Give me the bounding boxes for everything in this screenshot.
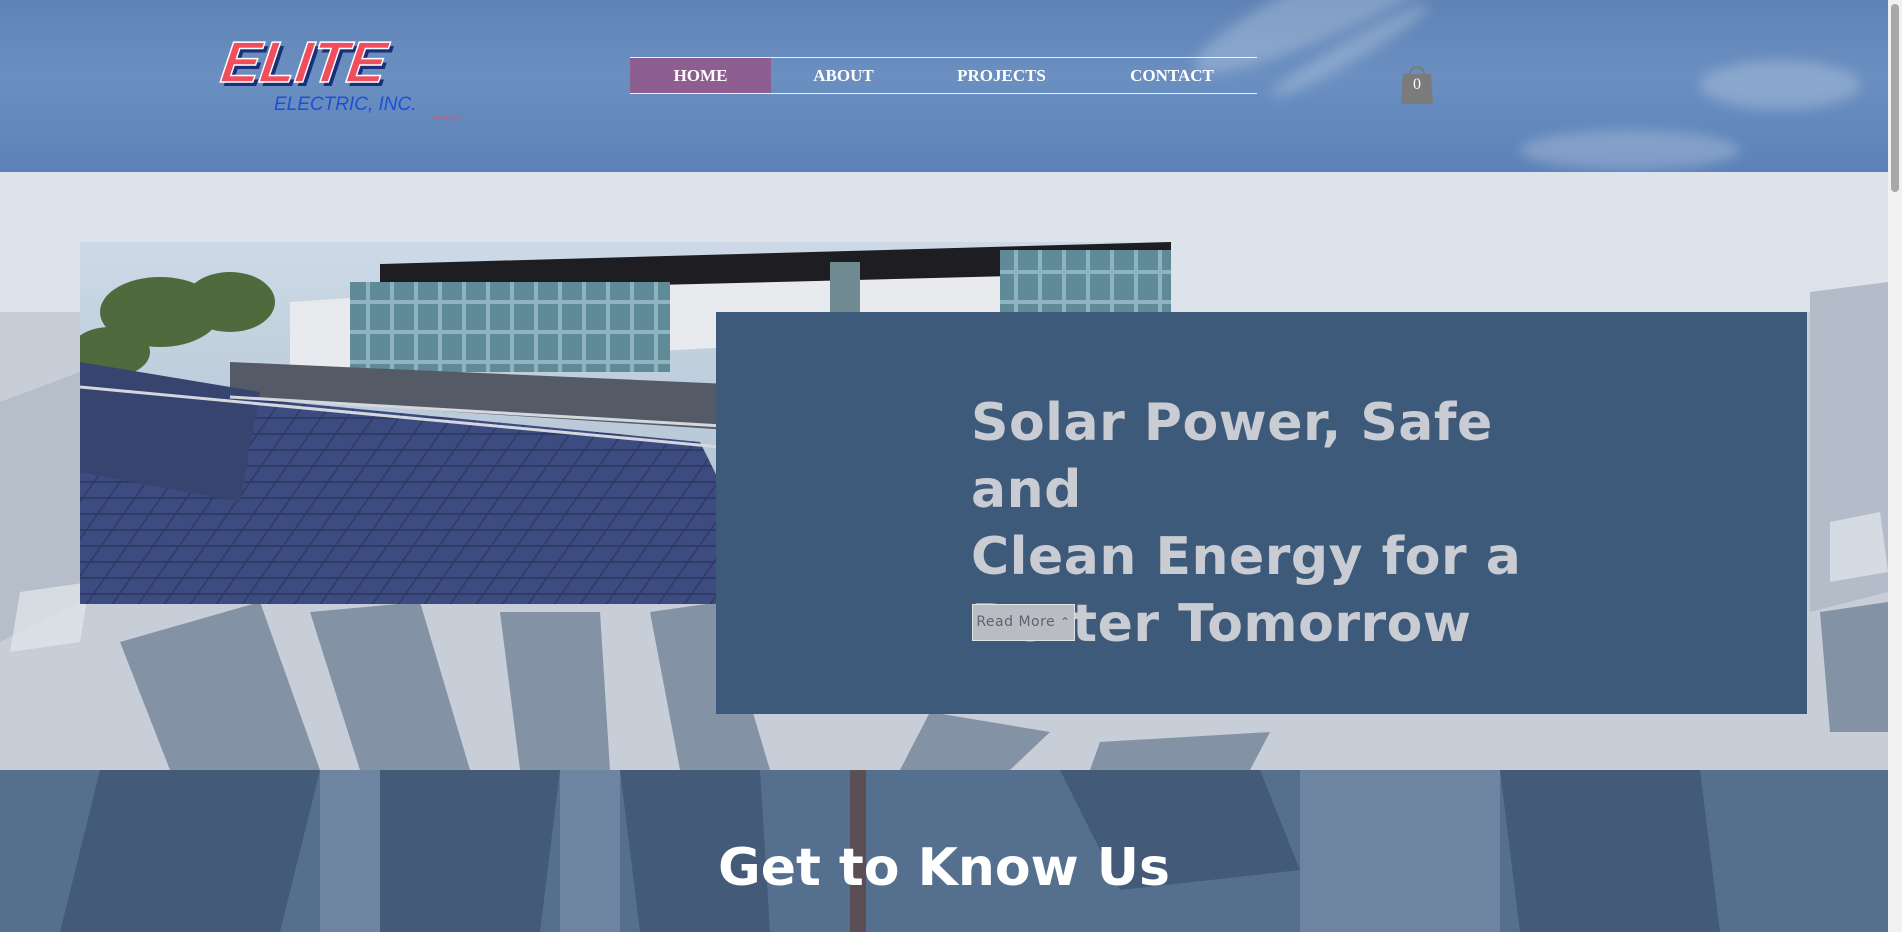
- nav-home[interactable]: HOME: [630, 58, 771, 93]
- page-scrollbar[interactable]: [1888, 0, 1902, 932]
- chevron-up-icon: ⌃: [1060, 615, 1071, 629]
- hero-card: Solar Power, Safe and Clean Energy for a…: [716, 312, 1807, 714]
- scrollbar-thumb[interactable]: [1891, 4, 1899, 192]
- hero-title-line: Solar Power, Safe and: [971, 393, 1493, 520]
- company-logo[interactable]: ELITE ELITE ELECTRIC, INC. SINCE 1979: [217, 30, 474, 122]
- hero-section: Solar Power, Safe and Clean Energy for a…: [0, 172, 1888, 770]
- logo-since: SINCE 1979: [434, 115, 462, 121]
- cart-count: 0: [1413, 76, 1421, 93]
- about-section: Get to Know Us: [0, 770, 1888, 932]
- section-title: Get to Know Us: [718, 838, 1170, 898]
- sky-cloud: [1700, 60, 1860, 110]
- site-header: ELITE ELITE ELECTRIC, INC. SINCE 1979 HO…: [0, 0, 1888, 172]
- cart-button[interactable]: 0: [1400, 62, 1434, 106]
- read-more-button[interactable]: Read More ⌃: [972, 604, 1075, 641]
- hero-title-line: Clean Energy for a: [971, 527, 1522, 587]
- sky-cloud: [1520, 130, 1740, 170]
- read-more-label: Read More: [976, 614, 1056, 630]
- logo-tagline: ELECTRIC, INC.: [274, 94, 417, 115]
- main-nav: HOME ABOUT PROJECTS CONTACT: [630, 57, 1257, 94]
- nav-about[interactable]: ABOUT: [771, 58, 916, 93]
- nav-contact[interactable]: CONTACT: [1087, 58, 1257, 93]
- nav-projects[interactable]: PROJECTS: [916, 58, 1087, 93]
- logo-wordmark: ELITE: [218, 34, 393, 95]
